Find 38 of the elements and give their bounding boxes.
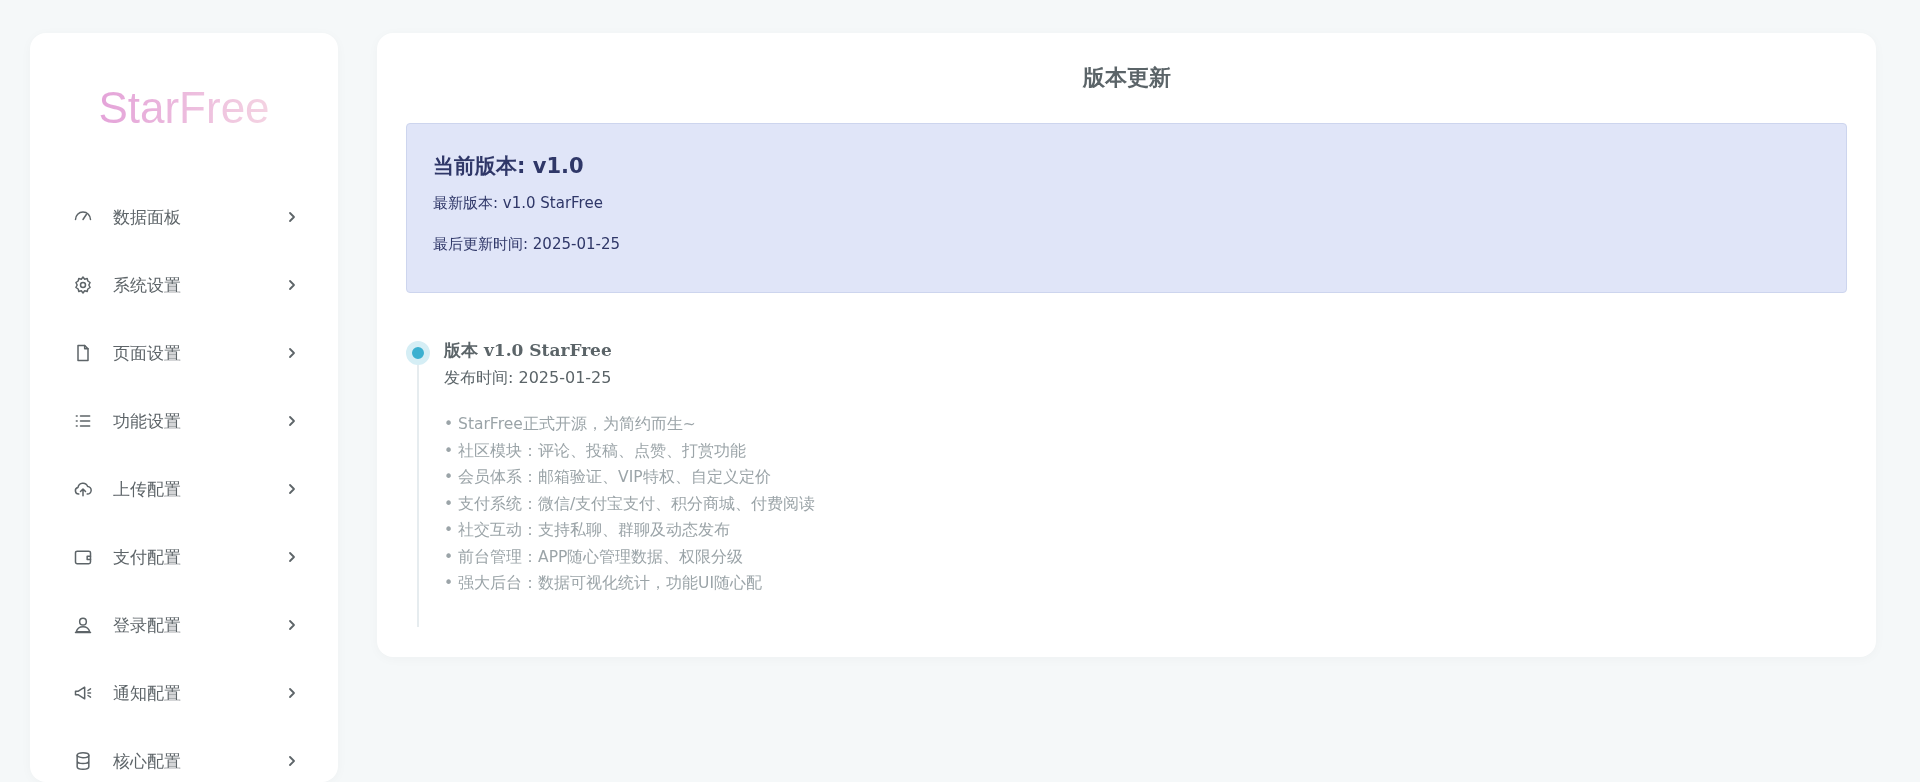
- chevron-icon: [286, 755, 298, 767]
- release-note: • 社交互动：支持私聊、群聊及动态发布: [444, 520, 732, 541]
- release-note: • StarFree正式开源，为简约而生~: [444, 414, 697, 435]
- page-title: 版本更新: [1081, 63, 1172, 92]
- release-note: • 社区模块：评论、投稿、点赞、打赏功能: [444, 440, 748, 462]
- release-note: • 前台管理：APP随心管理数据、权限分级: [444, 546, 745, 568]
- chevron-icon: [286, 211, 298, 223]
- last-updated: 最后更新时间: 2025-01-25: [433, 235, 621, 254]
- sidebar-item[interactable]: 功能设置: [30, 387, 338, 455]
- chevron-icon: [286, 415, 298, 427]
- sidebar-item[interactable]: 系统设置: [30, 251, 338, 319]
- sidebar-item[interactable]: 页面设置: [30, 319, 338, 387]
- sidebar-item[interactable]: 支付配置: [30, 523, 338, 591]
- current-version: 当前版本: v1.0: [433, 153, 585, 180]
- release-note: • 强大后台：数据可视化统计，功能UI随心配: [444, 573, 763, 594]
- release-note: • 支付系统：微信/支付宝支付、积分商城、付费阅读: [444, 493, 816, 515]
- release-date: 发布时间: 2025-01-25: [444, 368, 613, 389]
- chevron-icon: [286, 483, 298, 495]
- chevron-icon: [286, 279, 298, 291]
- megaphone-icon: [73, 683, 93, 703]
- sidebar-item[interactable]: 核心配置: [30, 727, 338, 782]
- chevron-icon: [286, 551, 298, 563]
- chevron-icon: [286, 687, 298, 699]
- chevron-icon: [286, 619, 298, 631]
- timeline-dot: [406, 341, 430, 365]
- user-icon: [73, 615, 93, 635]
- gear-icon: [73, 275, 93, 295]
- sidebar-item[interactable]: 登录配置: [30, 591, 338, 659]
- wallet-icon: [73, 547, 93, 567]
- release-title: 版本 v1.0 StarFree: [444, 339, 613, 362]
- sidebar-item[interactable]: 数据面板: [30, 183, 338, 251]
- cloud-icon: [73, 479, 93, 499]
- release-note: • 会员体系：邮箱验证、VIP特权、自定义定价: [444, 467, 772, 488]
- sidebar-item[interactable]: 上传配置: [30, 455, 338, 523]
- latest-version: 最新版本: v1.0 StarFree: [433, 194, 604, 213]
- database-icon: [73, 751, 93, 771]
- sidebar-item[interactable]: 通知配置: [30, 659, 338, 727]
- chevron-icon: [286, 347, 298, 359]
